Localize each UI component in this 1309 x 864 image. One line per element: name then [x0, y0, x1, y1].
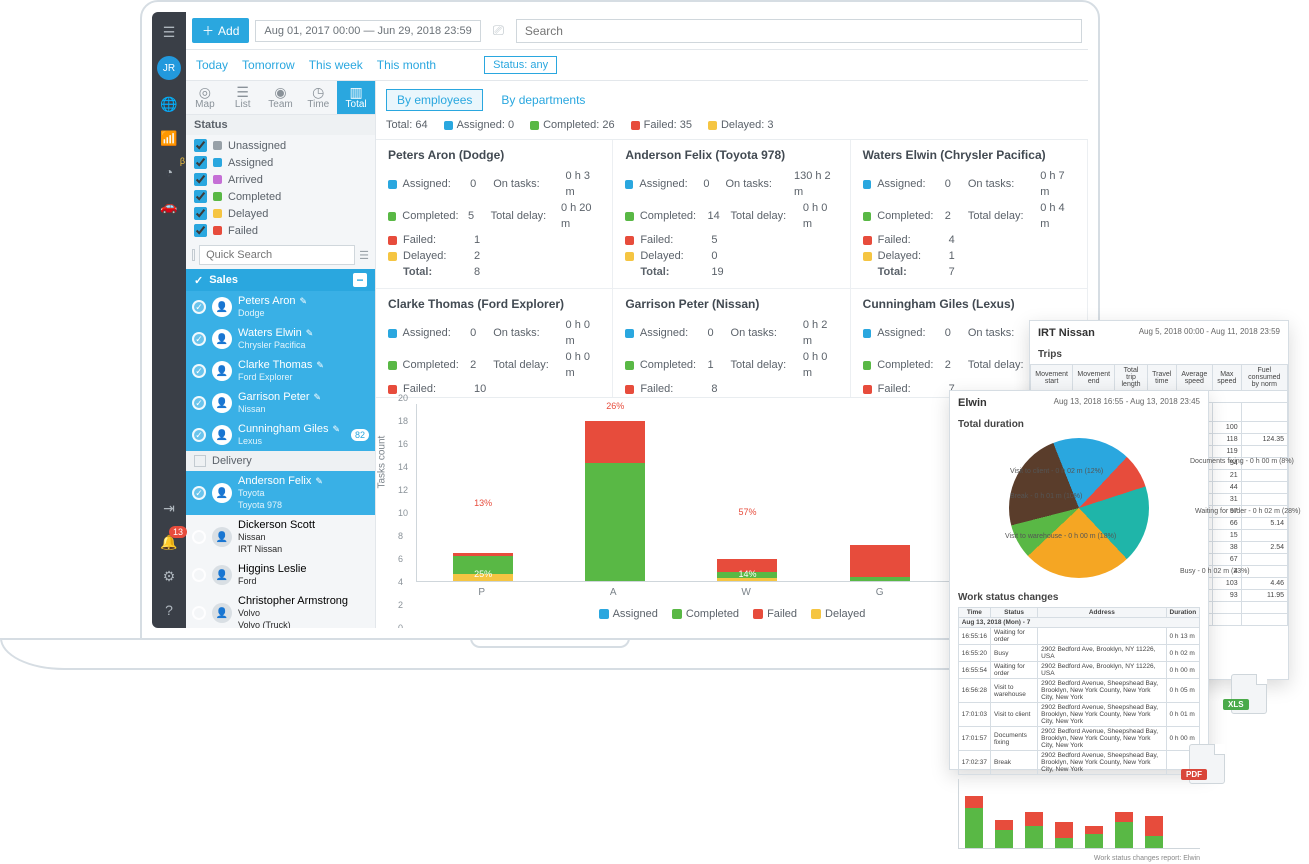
employee-item[interactable]: ✓👤Anderson Felix ✎ToyotaToyota 978	[186, 471, 375, 515]
totals-row: Total: 64 Assigned: 0 Completed: 26 Fail…	[376, 115, 1088, 140]
employee-card: Peters Aron (Dodge)Assigned:0On tasks:0 …	[376, 140, 613, 289]
report-overlay: IRT NissanAug 5, 2018 00:00 - Aug 11, 20…	[919, 320, 1289, 790]
plus-icon: ＋	[202, 22, 214, 39]
notification-badge: 13	[169, 526, 187, 538]
pencil-icon: ✎	[315, 475, 323, 487]
tab-total[interactable]: ▥Total	[337, 81, 375, 114]
employee-card: Garrison Peter (Nissan)Assigned:0On task…	[613, 289, 850, 398]
quicksearch-checkbox[interactable]	[192, 249, 195, 261]
add-button[interactable]: ＋Add	[192, 18, 249, 43]
pencil-icon: ✎	[299, 295, 307, 307]
pencil-icon: ✎	[333, 423, 341, 435]
employee-item[interactable]: ✓👤Clarke Thomas ✎Ford Explorer	[186, 355, 375, 387]
quick-thismonth[interactable]: This month	[377, 58, 436, 72]
employee-item[interactable]: ✓👤Garrison Peter ✎Nissan	[186, 387, 375, 419]
group-sales[interactable]: ✓ Sales −	[186, 269, 375, 291]
tab-time[interactable]: ◷Time	[299, 81, 337, 114]
pencil-icon: ✎	[306, 327, 314, 339]
pencil-icon: ✎	[316, 359, 324, 371]
nav-rail: ☰ JR 🌐 📶 ◔ 🚗 ⇥ 🔔13 ⚙ ?	[152, 12, 186, 628]
check-icon: ✓	[194, 274, 203, 287]
employee-card: Clarke Thomas (Ford Explorer)Assigned:0O…	[376, 289, 613, 398]
logout-icon[interactable]: ⇥	[159, 498, 179, 518]
status-unassigned[interactable]: Unassigned	[186, 137, 375, 154]
globe-icon[interactable]: 🌐	[159, 94, 179, 114]
quick-today[interactable]: Today	[196, 58, 228, 72]
employee-item[interactable]: ✓👤Peters Aron ✎Dodge	[186, 291, 375, 323]
status-arrived[interactable]: Arrived	[186, 171, 375, 188]
gear-icon[interactable]: ⚙	[159, 566, 179, 586]
status-filter[interactable]: Status: any	[484, 56, 557, 74]
employee-item[interactable]: 👤Higgins LeslieFord	[186, 559, 375, 591]
date-range-picker[interactable]: Aug 01, 2017 00:00 — Jun 29, 2018 23:59	[255, 20, 480, 42]
clock-icon[interactable]: ◔	[159, 162, 179, 182]
status-list: UnassignedAssignedArrivedCompletedDelaye…	[186, 135, 375, 241]
mini-bar-chart	[958, 779, 1200, 849]
tab-map[interactable]: ◎Map	[186, 81, 224, 114]
status-assigned[interactable]: Assigned	[186, 154, 375, 171]
employee-item[interactable]: ✓👤Waters Elwin ✎Chrysler Pacifica	[186, 323, 375, 355]
export-xls[interactable]: XLS	[1227, 670, 1271, 714]
filter-icon[interactable]: ☰	[359, 249, 369, 262]
pie-chart	[1009, 438, 1149, 578]
stats-icon[interactable]: 📶	[159, 128, 179, 148]
employee-card: Anderson Felix (Toyota 978)Assigned:0On …	[613, 140, 850, 289]
search-input[interactable]	[516, 19, 1082, 43]
tab-list[interactable]: ☰List	[224, 81, 262, 114]
help-icon[interactable]: ?	[159, 600, 179, 620]
status-completed[interactable]: Completed	[186, 188, 375, 205]
quick-date-bar: Today Tomorrow This week This month Stat…	[186, 50, 1088, 81]
checkbox-icon[interactable]	[194, 455, 206, 467]
tab-by-departments[interactable]: By departments	[491, 90, 595, 110]
export-pdf[interactable]: PDF	[1185, 740, 1229, 784]
pencil-icon: ✎	[314, 391, 322, 403]
view-tabs: ◎Map ☰List ◉Team ◷Time ▥Total	[186, 81, 375, 115]
topbar: ＋Add Aug 01, 2017 00:00 — Jun 29, 2018 2…	[186, 12, 1088, 50]
tab-by-employees[interactable]: By employees	[386, 89, 483, 111]
employee-item[interactable]: 👤Dickerson ScottNissanIRT Nissan	[186, 515, 375, 559]
quick-thisweek[interactable]: This week	[309, 58, 363, 72]
bell-icon[interactable]: 🔔13	[159, 532, 179, 552]
status-delayed[interactable]: Delayed	[186, 205, 375, 222]
tab-team[interactable]: ◉Team	[262, 81, 300, 114]
group-delivery[interactable]: Delivery	[186, 451, 375, 471]
employee-item[interactable]: ✓👤Cunningham Giles ✎Lexus82	[186, 419, 375, 451]
menu-icon[interactable]: ☰	[159, 22, 179, 42]
left-panel: ◎Map ☰List ◉Team ◷Time ▥Total Status Una…	[186, 81, 376, 628]
status-failed[interactable]: Failed	[186, 222, 375, 239]
employee-card: Waters Elwin (Chrysler Pacifica)Assigned…	[851, 140, 1088, 289]
car-icon[interactable]: 🚗	[159, 196, 179, 216]
quick-tomorrow[interactable]: Tomorrow	[242, 58, 295, 72]
status-section-title: Status	[186, 115, 375, 135]
adjust-icon[interactable]: ⎚	[487, 22, 510, 39]
report-status: ElwinAug 13, 2018 16:55 - Aug 13, 2018 2…	[949, 390, 1209, 770]
user-avatar[interactable]: JR	[157, 56, 181, 80]
employee-item[interactable]: 👤Christopher ArmstrongVolvoVolvo (Truck)	[186, 591, 375, 628]
collapse-icon[interactable]: −	[353, 273, 367, 287]
quicksearch-input[interactable]	[199, 245, 355, 265]
